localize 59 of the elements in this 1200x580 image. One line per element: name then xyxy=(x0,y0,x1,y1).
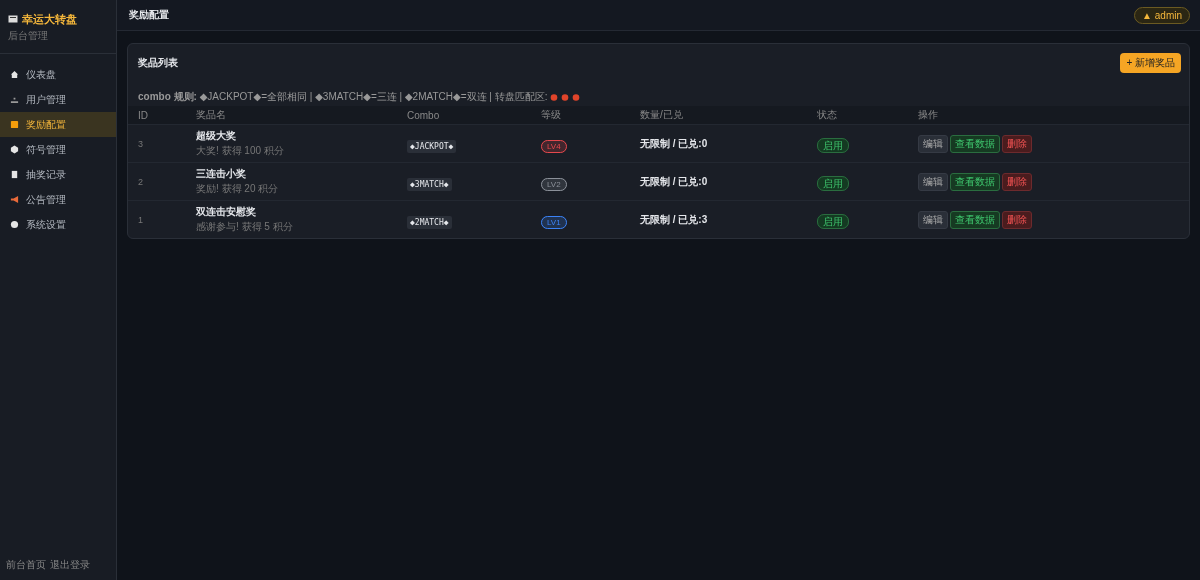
column-header: 奖品名 xyxy=(196,108,227,122)
add-prize-button[interactable]: + 新增奖品 xyxy=(1120,53,1181,73)
delete-button[interactable]: 删除 xyxy=(1002,134,1032,153)
status-badge: 启用 xyxy=(817,175,849,191)
nav-item[interactable]: 公告管理 xyxy=(0,187,116,212)
app-title: 幸运大转盘 xyxy=(22,12,77,27)
level-badge: LV4 xyxy=(541,139,567,153)
status-badge: 启用 xyxy=(817,137,849,153)
nav-item[interactable]: 符号管理 xyxy=(0,137,116,162)
footer-link[interactable]: 退出登录 xyxy=(50,558,90,572)
prize-description: 感谢参与! 获得 5 积分 xyxy=(196,220,294,234)
hexagon-icon xyxy=(10,145,19,154)
nav-item[interactable]: 用户管理 xyxy=(0,87,116,112)
nav-item[interactable]: 仪表盘 xyxy=(0,62,116,87)
megaphone-icon xyxy=(10,195,19,204)
view-data-button[interactable]: 查看数据 xyxy=(950,134,1000,153)
card-title: 奖品列表 xyxy=(138,56,178,70)
prize-description: 大奖! 获得 100 积分 xyxy=(196,144,285,158)
nav-item[interactable]: 奖励配置 xyxy=(0,112,116,137)
delete-button[interactable]: 删除 xyxy=(1002,210,1032,229)
quantity-cell-text: 无限制 / 已兑:3 xyxy=(640,212,709,227)
gift-icon xyxy=(10,120,19,129)
user-menu-button[interactable]: ▲ admin xyxy=(1134,6,1190,24)
combo-tag: ◆2MATCH◆ xyxy=(407,215,452,229)
combo-tag: ◆JACKPOT◆ xyxy=(407,139,457,153)
home-icon xyxy=(10,70,19,79)
view-data-button[interactable]: 查看数据 xyxy=(950,210,1000,229)
column-header: 操作 xyxy=(918,108,939,122)
id-cell-text: 2 xyxy=(138,176,144,187)
delete-button[interactable]: 删除 xyxy=(1002,172,1032,191)
prize-name: 双连击安慰奖 xyxy=(196,205,257,219)
id-cell-text: 1 xyxy=(138,214,144,225)
monitor-icon xyxy=(8,15,18,24)
column-header: Combo xyxy=(407,109,441,121)
combo-rule-text: combo 规则: ◆JACKPOT◆=全部相同 | ◆3MATCH◆=三连 | ◆2MATCH◆=双连 | 转盘匹配区: xyxy=(138,90,548,104)
quantity-cell-text: 无限制 / 已兑:0 xyxy=(640,174,709,189)
column-header: ID xyxy=(138,109,149,121)
view-data-button[interactable]: 查看数据 xyxy=(950,172,1000,191)
edit-button[interactable]: 编辑 xyxy=(918,134,948,153)
column-header: 数量/已兑 xyxy=(640,108,684,122)
page-title: 奖励配置 xyxy=(129,8,169,22)
edit-button[interactable]: 编辑 xyxy=(918,210,948,229)
prize-description: 奖励! 获得 20 积分 xyxy=(196,182,280,196)
edit-button[interactable]: 编辑 xyxy=(918,172,948,191)
footer-link[interactable]: 前台首页 xyxy=(6,558,46,572)
app-subtitle: 后台管理 xyxy=(8,29,49,43)
quantity-cell-text: 无限制 / 已兑:0 xyxy=(640,136,709,151)
level-badge: LV2 xyxy=(541,177,567,191)
prize-name: 三连击小奖 xyxy=(196,167,247,181)
nav-item[interactable]: 系统设置 xyxy=(0,212,116,237)
status-badge: 启用 xyxy=(817,213,849,229)
id-cell-text: 3 xyxy=(138,138,144,149)
level-badge: LV1 xyxy=(541,215,567,229)
combo-tag: ◆3MATCH◆ xyxy=(407,177,452,191)
nav-item[interactable]: 抽奖记录 xyxy=(0,162,116,187)
column-header: 等级 xyxy=(541,108,562,122)
prize-name: 超级大奖 xyxy=(196,129,237,143)
document-icon xyxy=(10,170,19,179)
column-header: 状态 xyxy=(817,108,838,122)
